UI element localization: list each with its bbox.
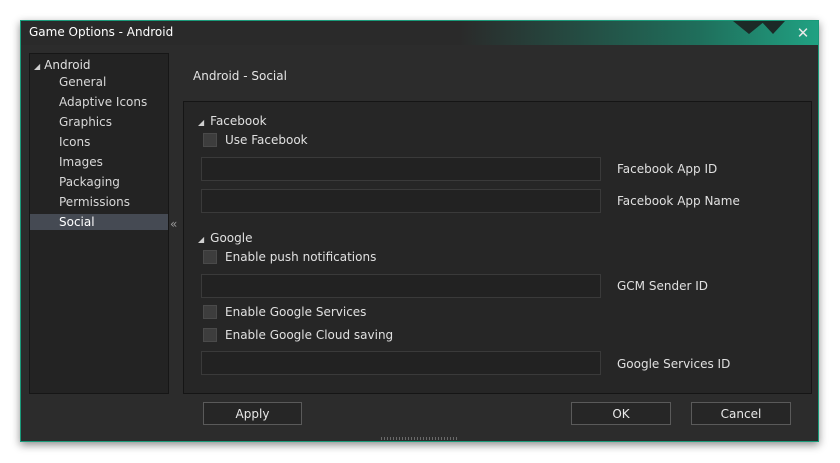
use-facebook-checkbox-row[interactable]: Use Facebook: [203, 132, 308, 148]
facebook-app-name-label: Facebook App Name: [617, 194, 740, 208]
cancel-button[interactable]: Cancel: [691, 402, 791, 425]
enable-push-notifications-label: Enable push notifications: [225, 250, 377, 264]
title-bar-notch-decoration-2: [761, 21, 785, 34]
tree-node-android-label: Android: [44, 58, 91, 72]
window-title: Game Options - Android: [29, 25, 174, 39]
close-icon[interactable]: ✕: [794, 24, 812, 42]
social-settings-panel: ◢ Facebook Use Facebook Facebook App ID F…: [183, 101, 812, 394]
facebook-app-name-input[interactable]: [201, 189, 601, 213]
section-expand-triangle-icon[interactable]: ◢: [198, 118, 204, 127]
collapse-sidebar-icon[interactable]: «: [170, 217, 177, 231]
resize-grip[interactable]: [381, 437, 459, 440]
gcm-sender-id-label: GCM Sender ID: [617, 279, 708, 293]
expand-triangle-icon[interactable]: ◢: [34, 62, 40, 71]
enable-google-cloud-saving-checkbox[interactable]: [203, 328, 217, 342]
options-tree: ◢ Android General Adaptive Icons Graphics…: [29, 53, 169, 394]
facebook-app-id-input[interactable]: [201, 157, 601, 181]
enable-google-cloud-saving-label: Enable Google Cloud saving: [225, 328, 394, 342]
facebook-app-id-label: Facebook App ID: [617, 162, 718, 176]
sidebar-item-general[interactable]: General: [30, 74, 168, 90]
enable-google-services-checkbox[interactable]: [203, 305, 217, 319]
google-services-id-input[interactable]: [201, 351, 601, 375]
enable-google-services-label: Enable Google Services: [225, 305, 367, 319]
game-options-window: Game Options - Android ✕ ◢ Android Genera…: [20, 20, 819, 442]
sidebar-item-permissions[interactable]: Permissions: [30, 194, 168, 210]
gcm-sender-id-input[interactable]: [201, 274, 601, 298]
sidebar-item-graphics[interactable]: Graphics: [30, 114, 168, 130]
sidebar-item-adaptive-icons[interactable]: Adaptive Icons: [30, 94, 168, 110]
enable-google-services-row[interactable]: Enable Google Services: [203, 304, 366, 320]
ok-button[interactable]: OK: [571, 402, 671, 425]
tree-node-android[interactable]: ◢ Android: [34, 56, 91, 74]
sidebar-item-packaging[interactable]: Packaging: [30, 174, 168, 190]
use-facebook-label: Use Facebook: [225, 133, 308, 147]
google-section-header[interactable]: ◢ Google: [198, 230, 252, 246]
google-services-id-label: Google Services ID: [617, 357, 731, 371]
page-title: Android - Social: [193, 69, 287, 83]
apply-button[interactable]: Apply: [203, 402, 302, 425]
sidebar-item-images[interactable]: Images: [30, 154, 168, 170]
sidebar-item-social[interactable]: Social: [30, 214, 168, 230]
google-section-label: Google: [210, 231, 253, 245]
enable-google-cloud-saving-row[interactable]: Enable Google Cloud saving: [203, 327, 393, 343]
enable-push-notifications-checkbox[interactable]: [203, 250, 217, 264]
enable-push-notifications-row[interactable]: Enable push notifications: [203, 249, 376, 265]
facebook-section-label: Facebook: [210, 114, 267, 128]
sidebar-item-icons[interactable]: Icons: [30, 134, 168, 150]
facebook-section-header[interactable]: ◢ Facebook: [198, 113, 267, 129]
section-expand-triangle-icon[interactable]: ◢: [198, 235, 204, 244]
title-bar[interactable]: Game Options - Android ✕: [21, 21, 818, 45]
use-facebook-checkbox[interactable]: [203, 133, 217, 147]
